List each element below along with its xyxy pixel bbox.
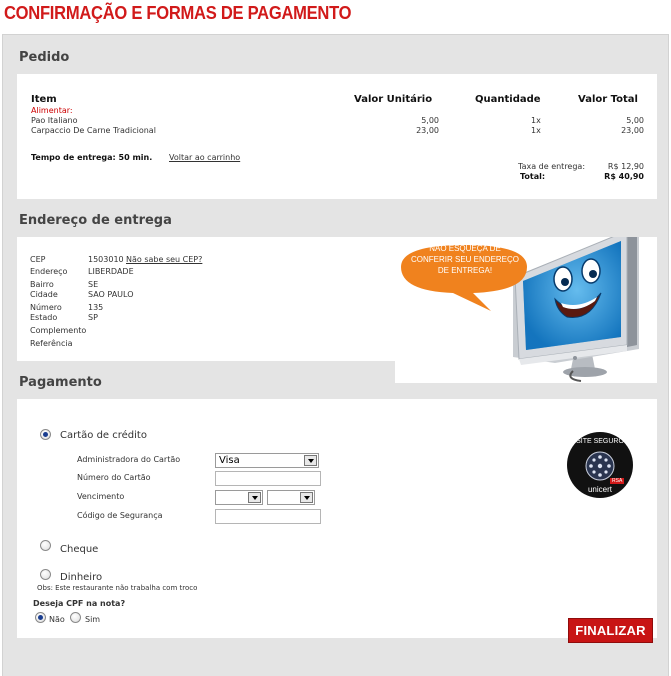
total-header: Valor Total (578, 94, 638, 105)
security-code-label: Código de Segurança (77, 511, 163, 520)
address-reminder-bubble: NÃO ESQUEÇA DE CONFERIR SEU ENDEREÇO DE … (411, 244, 520, 275)
city-label: Cidade (30, 290, 58, 299)
cpf-yes-radio[interactable] (70, 612, 81, 623)
seal-title: SITE SEGURO (576, 438, 624, 445)
city-value: SAO PAULO (88, 290, 134, 299)
payment-options: Cartão de crédito Administradora do Cart… (17, 399, 657, 638)
expiry-label: Vencimento (77, 492, 125, 501)
expiry-year-select[interactable] (267, 490, 315, 505)
item-name: Carpaccio De Carne Tradicional (31, 126, 156, 135)
delivery-time: Tempo de entrega: 50 min. (31, 153, 153, 162)
district-value: SE (88, 280, 99, 289)
card-number-input[interactable] (215, 471, 321, 486)
state-label: Estado (30, 313, 58, 322)
credit-card-label: Cartão de crédito (60, 430, 147, 441)
cep-help-link[interactable]: Não sabe seu CEP? (126, 255, 202, 264)
cpf-no-label: Não (49, 615, 65, 624)
cpf-no-radio[interactable] (35, 612, 46, 623)
security-code-input[interactable] (215, 509, 321, 524)
credit-card-radio[interactable] (40, 429, 51, 440)
cep-label: CEP (30, 255, 46, 264)
seal-rsa: RSA (610, 478, 625, 484)
card-admin-label: Administradora do Cartão (77, 455, 181, 464)
back-to-cart-link[interactable]: Voltar ao carrinho (169, 153, 240, 162)
complement-label: Complemento (30, 326, 87, 335)
total-label: Total: (520, 172, 546, 181)
chevron-down-icon (300, 492, 313, 503)
card-number-label: Número do Cartão (77, 473, 151, 482)
cpf-question: Deseja CPF na nota? (33, 599, 126, 608)
item-quantity: 1x (531, 126, 541, 135)
address-details: CEP 1503010 Não sabe seu CEP? Endereço L… (17, 237, 395, 361)
secure-site-seal: SITE SEGURO RSA unicert (567, 432, 633, 498)
chevron-down-icon (248, 492, 261, 503)
item-quantity: 1x (531, 116, 541, 125)
street-label: Endereço (30, 267, 68, 276)
payment-section-title: Pagamento (19, 375, 102, 390)
number-value: 135 (88, 303, 104, 312)
delivery-fee-value: R$ 12,90 (607, 162, 644, 171)
chevron-down-icon (304, 455, 317, 466)
address-section-title: Endereço de entrega (19, 213, 172, 228)
finalize-button[interactable]: FINALIZAR (568, 618, 653, 643)
quantity-header: Quantidade (475, 94, 541, 105)
state-value: SP (88, 313, 98, 322)
street-value: LIBERDADE (88, 267, 134, 276)
item-total: 5,00 (626, 116, 644, 125)
order-section-title: Pedido (19, 50, 70, 65)
cep-value: 1503010 (88, 255, 124, 264)
expiry-month-select[interactable] (215, 490, 263, 505)
district-label: Bairro (30, 280, 54, 289)
seal-brand: unicert (587, 485, 612, 494)
check-radio[interactable] (40, 540, 51, 551)
cash-radio[interactable] (40, 569, 51, 580)
item-unit-price: 23,00 (416, 126, 439, 135)
unit-price-header: Valor Unitário (354, 94, 433, 105)
checkout-panel: Pedido Item Valor Unitário Quantidade Va… (2, 34, 669, 676)
cash-label: Dinheiro (60, 572, 103, 583)
reference-label: Referência (30, 339, 73, 348)
item-header: Item (31, 94, 57, 105)
item-total: 23,00 (621, 126, 644, 135)
order-summary: Item Valor Unitário Quantidade Valor Tot… (17, 74, 657, 199)
address-reminder-illustration: NÃO ESQUEÇA DE CONFERIR SEU ENDEREÇO DE … (395, 229, 657, 383)
number-label: Número (30, 303, 62, 312)
delivery-fee-label: Taxa de entrega: (518, 162, 586, 171)
card-admin-selected: Visa (219, 455, 240, 466)
item-category: Alimentar: (31, 106, 73, 115)
check-label: Cheque (60, 544, 99, 555)
total-value: R$ 40,90 (604, 172, 644, 181)
cpf-yes-label: Sim (85, 615, 101, 624)
item-name: Pao Italiano (31, 116, 78, 125)
page-title: CONFIRMAÇÃO E FORMAS DE PAGAMENTO (4, 3, 352, 23)
item-unit-price: 5,00 (421, 116, 439, 125)
cash-note: Obs: Este restaurante não trabalha com t… (37, 584, 198, 592)
card-admin-select[interactable]: Visa (215, 453, 319, 468)
